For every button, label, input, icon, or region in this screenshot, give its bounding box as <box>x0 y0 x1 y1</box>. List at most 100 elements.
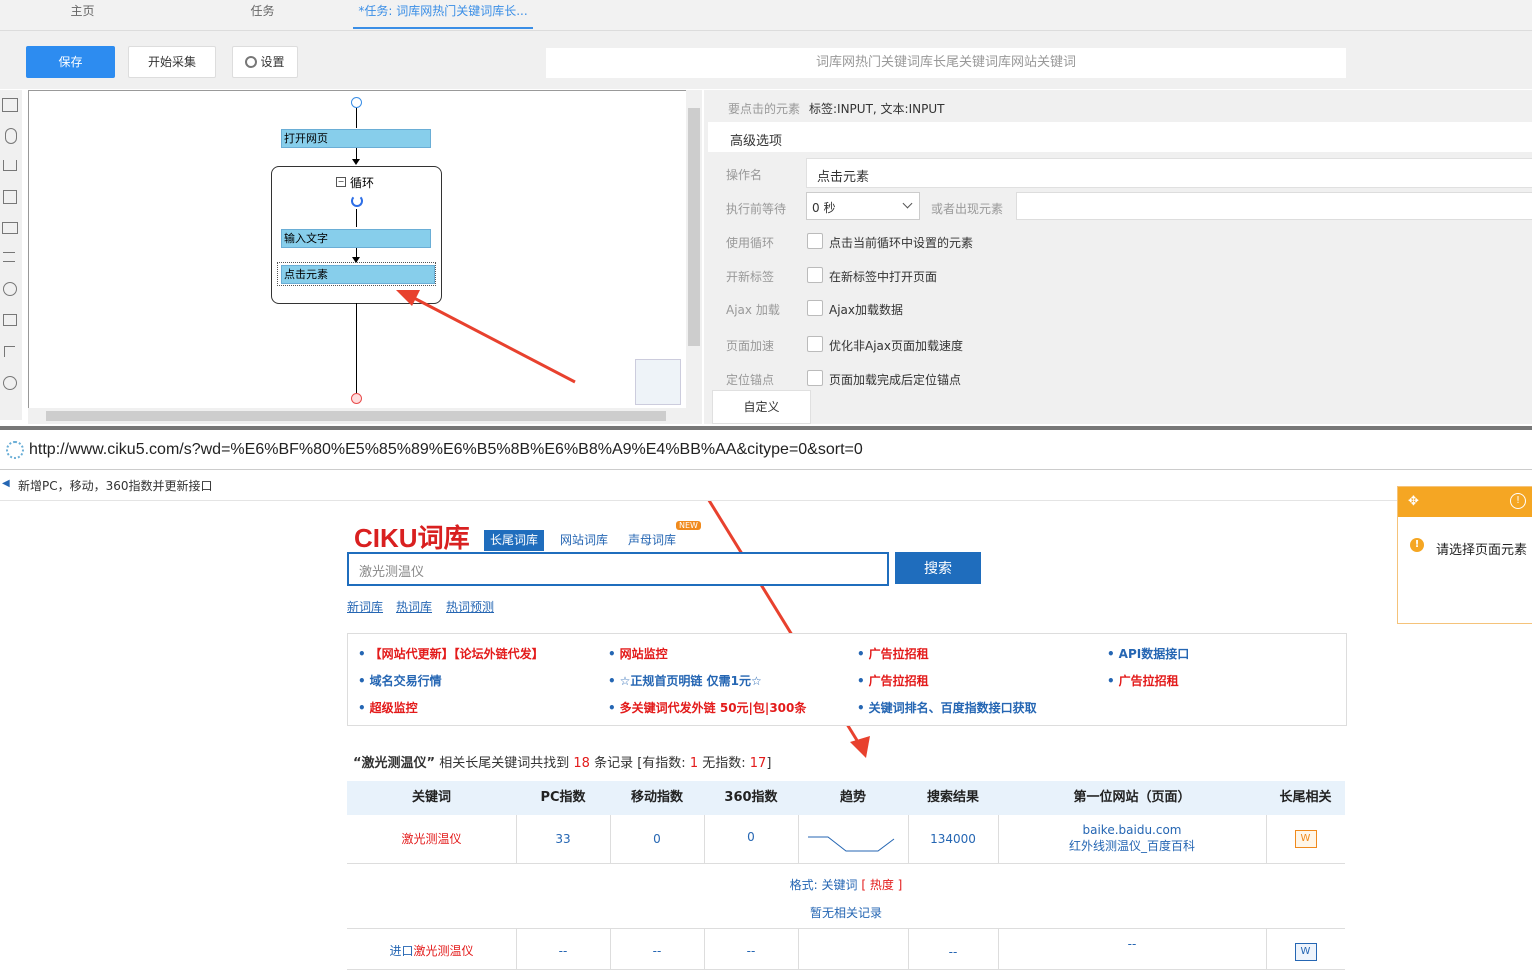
nav-initial[interactable]: 声母词库 <box>622 530 682 551</box>
notice-text: 新增PC，移动，360指数并更新接口 <box>18 479 213 493</box>
advanced-options-label: 高级选项 <box>730 134 783 149</box>
panel-divider[interactable] <box>0 426 1532 430</box>
ad-link[interactable]: • 超级监控 <box>358 699 418 716</box>
row-results: 134000 <box>908 815 999 863</box>
op-name-label: 操作名 <box>726 168 763 182</box>
summary-text1: 相关长尾关键词共找到 <box>439 756 570 771</box>
properties-panel: 要点击的元素 标签:INPUT, 文本:INPUT 高级选项 操作名 点击元素 … <box>704 90 1532 424</box>
info-icon[interactable]: ! <box>1510 493 1526 509</box>
col-pc-index: PC指数 <box>540 790 586 805</box>
longtail-cell: W <box>1266 929 1345 969</box>
ad-link[interactable]: • 广告拉招租 <box>857 645 929 662</box>
ad-box: • 【网站代更新】【论坛外链代发】 • 网站监控 • 广告拉招租 • API数据接口 •… <box>347 633 1347 726</box>
custom-tab[interactable]: 自定义 <box>712 390 811 424</box>
result-summary: “激光测温仪” 相关长尾关键词共找到 18 条记录 [有指数: 1 无指数: 1… <box>353 752 771 771</box>
use-loop-label: 使用循环 <box>726 236 775 250</box>
ad-link[interactable]: • 关键词排名、百度指数接口获取 <box>857 699 1037 716</box>
row-page-link[interactable]: 红外线测温仪_百度百科 <box>998 837 1266 854</box>
row-first-site: baike.baidu.com 红外线测温仪_百度百科 <box>998 815 1267 863</box>
or-appear-input[interactable] <box>1016 192 1532 220</box>
col-longtail: 长尾相关 <box>1279 790 1332 805</box>
chevron-down-icon <box>902 198 913 209</box>
row-360-index: -- <box>704 929 799 969</box>
row-mobile-index: 0 <box>610 815 705 863</box>
anchor-label: 定位锚点 <box>726 373 775 387</box>
use-loop-text: 点击当前循环中设置的元素 <box>829 236 974 250</box>
speed-label: 页面加速 <box>726 339 775 353</box>
speed-text: 优化非Ajax页面加载速度 <box>829 339 963 353</box>
new-tab-checkbox[interactable] <box>807 267 823 283</box>
site-search-input[interactable]: 激光测温仪 <box>347 552 889 586</box>
col-360-index: 360指数 <box>724 790 778 805</box>
popup-header[interactable]: ✥ ! <box>1398 487 1532 517</box>
link-new-words[interactable]: 新词库 <box>347 598 383 615</box>
new-badge: NEW <box>676 521 701 530</box>
trend-sparkline <box>798 815 909 863</box>
url-text[interactable]: http://www.ciku5.com/s?wd=%E6%BF%80%E5%8… <box>29 441 863 459</box>
logo-cn: 词库 <box>417 523 470 553</box>
table-row: 进口激光测温仪 -- -- -- -- -- W <box>347 928 1345 970</box>
row-results: -- <box>908 929 999 969</box>
ad-link[interactable]: • 域名交易行情 <box>358 672 442 689</box>
new-tab-label: 开新标签 <box>726 270 775 284</box>
speaker-icon: ◀ <box>2 478 10 489</box>
notice-bar: ◀ 新增PC，移动，360指数并更新接口 <box>0 470 1532 501</box>
row-keyword-link[interactable]: 进口激光测温仪 <box>347 929 517 969</box>
speed-checkbox[interactable] <box>807 336 823 352</box>
anchor-text: 页面加载完成后定位锚点 <box>829 373 962 387</box>
table-row: 激光测温仪 33 0 0 134000 baike.baidu.com 红外线测… <box>347 815 1345 864</box>
row-360-index: 0 <box>704 815 799 863</box>
op-name-value: 点击元素 <box>817 170 870 185</box>
col-trend: 趋势 <box>839 790 866 805</box>
col-first-site: 第一位网站（页面） <box>1073 790 1191 805</box>
ad-link[interactable]: • 【网站代更新】【论坛外链代发】 <box>358 645 544 662</box>
nav-site[interactable]: 网站词库 <box>554 530 614 551</box>
summary-text2: 条记录 [有指数: <box>594 756 686 771</box>
summary-with-index: 1 <box>689 756 699 771</box>
ajax-text: Ajax加载数据 <box>829 303 903 317</box>
op-name-input[interactable]: 点击元素 <box>806 158 1532 188</box>
summary-without-index: 17 <box>749 756 767 771</box>
hint-popup: ✥ ! ! 请选择页面元素 <box>1397 486 1532 624</box>
format-note: 格式: 关键词 [ 热度 ] <box>789 878 903 892</box>
url-bar[interactable]: http://www.ciku5.com/s?wd=%E6%BF%80%E5%8… <box>0 431 1532 470</box>
anchor-checkbox[interactable] <box>807 370 823 386</box>
summary-text3: 无指数: <box>702 756 746 771</box>
site-logo[interactable]: CIKU词库 <box>354 518 470 555</box>
advanced-options-header[interactable]: 高级选项 <box>708 122 1532 152</box>
ad-link[interactable]: • 广告拉招租 <box>1107 672 1179 689</box>
move-icon[interactable]: ✥ <box>1408 494 1419 509</box>
loading-icon <box>6 441 24 459</box>
row-first-site: -- <box>998 929 1267 969</box>
nav-longtail[interactable]: 长尾词库 <box>484 530 545 551</box>
word-doc-icon[interactable]: W <box>1294 943 1317 961</box>
ajax-checkbox[interactable] <box>807 300 823 316</box>
col-results: 搜索结果 <box>926 790 979 805</box>
site-search-button[interactable]: 搜索 <box>895 552 981 584</box>
longtail-cell: W <box>1266 815 1345 863</box>
ad-link[interactable]: • 广告拉招租 <box>857 672 929 689</box>
row-keyword-link[interactable]: 激光测温仪 <box>347 815 517 863</box>
ad-link[interactable]: • API数据接口 <box>1107 645 1189 662</box>
target-element-value: 标签:INPUT, 文本:INPUT <box>809 102 945 116</box>
table-header: 关键词 PC指数 移动指数 360指数 趋势 搜索结果 第一位网站（页面） 长尾… <box>347 781 1345 815</box>
popup-message: 请选择页面元素 <box>1436 543 1528 558</box>
ad-link[interactable]: • 多关键词代发外链 50元|包|300条 <box>608 699 806 716</box>
wait-select[interactable]: 0 秒 <box>806 192 920 220</box>
ajax-label: Ajax 加载 <box>726 303 780 317</box>
trend-cell <box>798 929 909 969</box>
ad-link[interactable]: • 网站监控 <box>608 645 668 662</box>
logo-ciku: CIKU <box>354 523 418 553</box>
link-hot-words[interactable]: 热词库 <box>396 598 432 615</box>
summary-keyword: “激光测温仪” <box>353 756 436 771</box>
link-hot-predict[interactable]: 热词预测 <box>446 598 494 615</box>
wait-label: 执行前等待 <box>726 202 787 216</box>
no-related-text: 暂无相关记录 <box>809 906 882 920</box>
target-element-label: 要点击的元素 <box>728 102 801 116</box>
col-mobile-index: 移动指数 <box>630 790 683 805</box>
row-site-link[interactable]: baike.baidu.com <box>998 823 1266 837</box>
word-doc-icon[interactable]: W <box>1294 830 1317 848</box>
row-pc-index: -- <box>516 929 611 969</box>
use-loop-checkbox[interactable] <box>807 233 823 249</box>
ad-link[interactable]: • ☆正规首页明链 仅需1元☆ <box>608 672 762 689</box>
